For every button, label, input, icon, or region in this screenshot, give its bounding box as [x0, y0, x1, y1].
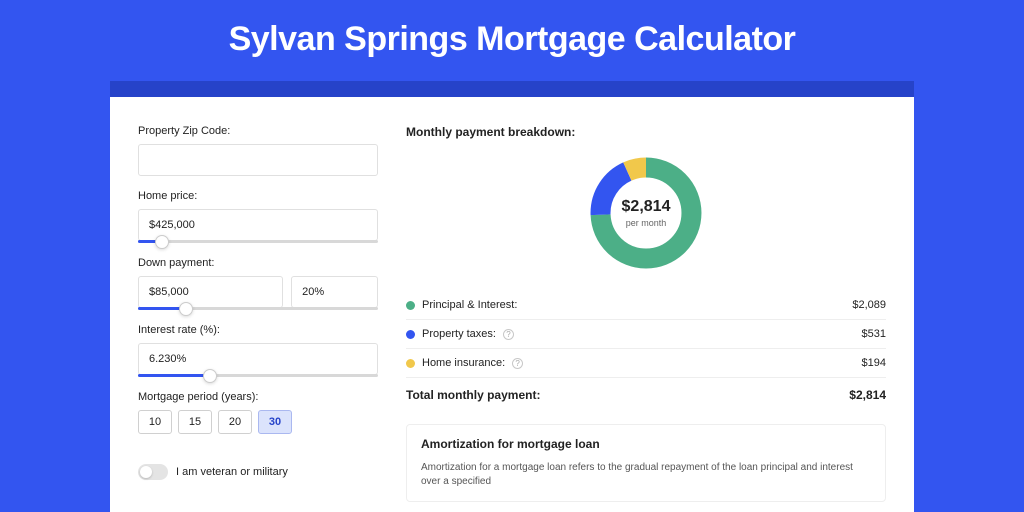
breakdown-title: Monthly payment breakdown: [406, 125, 886, 139]
donut-amount: $2,814 [622, 198, 671, 216]
amortization-text: Amortization for a mortgage loan refers … [421, 461, 871, 489]
inputs-panel: Property Zip Code: Home price: Down paym… [138, 125, 378, 512]
legend-total-row: Total monthly payment: $2,814 [406, 377, 886, 412]
donut-sub: per month [626, 218, 667, 228]
legend-name: Principal & Interest: [422, 299, 517, 311]
period-button-20[interactable]: 20 [218, 410, 252, 434]
down-payment-slider[interactable] [138, 307, 378, 310]
total-label: Total monthly payment: [406, 388, 540, 402]
legend-dot-icon [406, 301, 415, 310]
period-block: Mortgage period (years): 10152030 [138, 391, 378, 434]
zip-label: Property Zip Code: [138, 125, 378, 137]
slider-fill [138, 374, 210, 377]
rate-input[interactable] [138, 343, 378, 375]
zip-input[interactable] [138, 144, 378, 176]
down-payment-block: Down payment: [138, 257, 378, 310]
help-icon[interactable]: ? [512, 358, 523, 369]
page-hero: Sylvan Springs Mortgage Calculator [0, 0, 1024, 81]
help-icon[interactable]: ? [503, 329, 514, 340]
home-price-block: Home price: [138, 190, 378, 243]
veteran-label: I am veteran or military [176, 466, 288, 478]
slider-thumb[interactable] [203, 369, 217, 383]
slider-thumb[interactable] [155, 235, 169, 249]
legend-dot-icon [406, 359, 415, 368]
down-payment-pct-input[interactable] [291, 276, 378, 308]
legend-row: Property taxes:? $531 [406, 319, 886, 348]
total-value: $2,814 [849, 388, 886, 402]
donut-center: $2,814 per month [586, 153, 706, 273]
veteran-toggle[interactable] [138, 464, 168, 480]
page-title: Sylvan Springs Mortgage Calculator [0, 20, 1024, 59]
home-price-slider[interactable] [138, 240, 378, 243]
period-label: Mortgage period (years): [138, 391, 378, 403]
legend: Principal & Interest: $2,089 Property taxe… [406, 291, 886, 377]
period-button-30[interactable]: 30 [258, 410, 292, 434]
legend-value: $194 [862, 357, 886, 369]
payment-donut-chart: $2,814 per month [586, 153, 706, 273]
period-button-10[interactable]: 10 [138, 410, 172, 434]
home-price-label: Home price: [138, 190, 378, 202]
rate-label: Interest rate (%): [138, 324, 378, 336]
home-price-input[interactable] [138, 209, 378, 241]
slider-thumb[interactable] [179, 302, 193, 316]
amortization-card: Amortization for mortgage loan Amortizat… [406, 424, 886, 502]
veteran-row: I am veteran or military [138, 464, 378, 480]
hero-accent-bar [110, 81, 914, 97]
legend-row: Principal & Interest: $2,089 [406, 291, 886, 319]
donut-wrap: $2,814 per month [406, 153, 886, 273]
rate-block: Interest rate (%): [138, 324, 378, 377]
down-payment-label: Down payment: [138, 257, 378, 269]
calculator-card: Property Zip Code: Home price: Down paym… [110, 97, 914, 512]
legend-value: $2,089 [852, 299, 886, 311]
zip-block: Property Zip Code: [138, 125, 378, 176]
legend-name: Property taxes: [422, 328, 496, 340]
period-button-15[interactable]: 15 [178, 410, 212, 434]
legend-value: $531 [862, 328, 886, 340]
amortization-title: Amortization for mortgage loan [421, 437, 871, 451]
legend-name: Home insurance: [422, 357, 505, 369]
down-payment-input[interactable] [138, 276, 283, 308]
period-buttons: 10152030 [138, 410, 378, 434]
rate-slider[interactable] [138, 374, 378, 377]
breakdown-panel: Monthly payment breakdown: $2,814 per mo… [406, 125, 886, 512]
legend-row: Home insurance:? $194 [406, 348, 886, 377]
legend-dot-icon [406, 330, 415, 339]
